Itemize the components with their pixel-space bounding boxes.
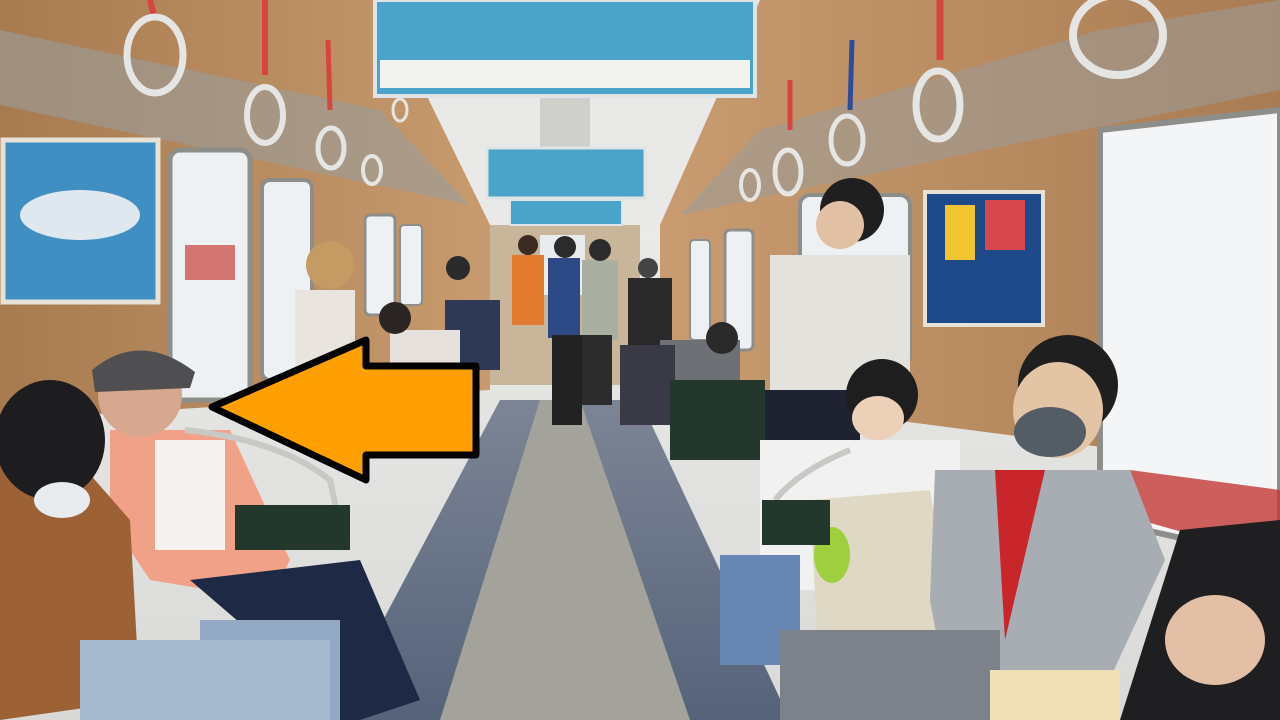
photo-canvas (0, 0, 1280, 720)
right-poster-graphic-yellow (945, 205, 975, 260)
right-window-4 (689, 239, 711, 341)
hanging-ad-banner-2 (485, 146, 647, 200)
outside-red-object (185, 245, 235, 280)
right-poster-graphic-red (985, 200, 1025, 250)
left-poster-graphic (20, 190, 140, 240)
left-seat-divider (235, 505, 350, 550)
paper-bag (990, 670, 1120, 720)
left-window-4 (399, 224, 423, 306)
train-interior-photo (0, 0, 1280, 720)
right-wall-poster (923, 190, 1045, 327)
banner-1-footer (380, 60, 750, 88)
right-seat-divider (762, 500, 830, 545)
hanging-ad-banner-3 (509, 199, 623, 226)
left-window-3 (363, 213, 397, 317)
